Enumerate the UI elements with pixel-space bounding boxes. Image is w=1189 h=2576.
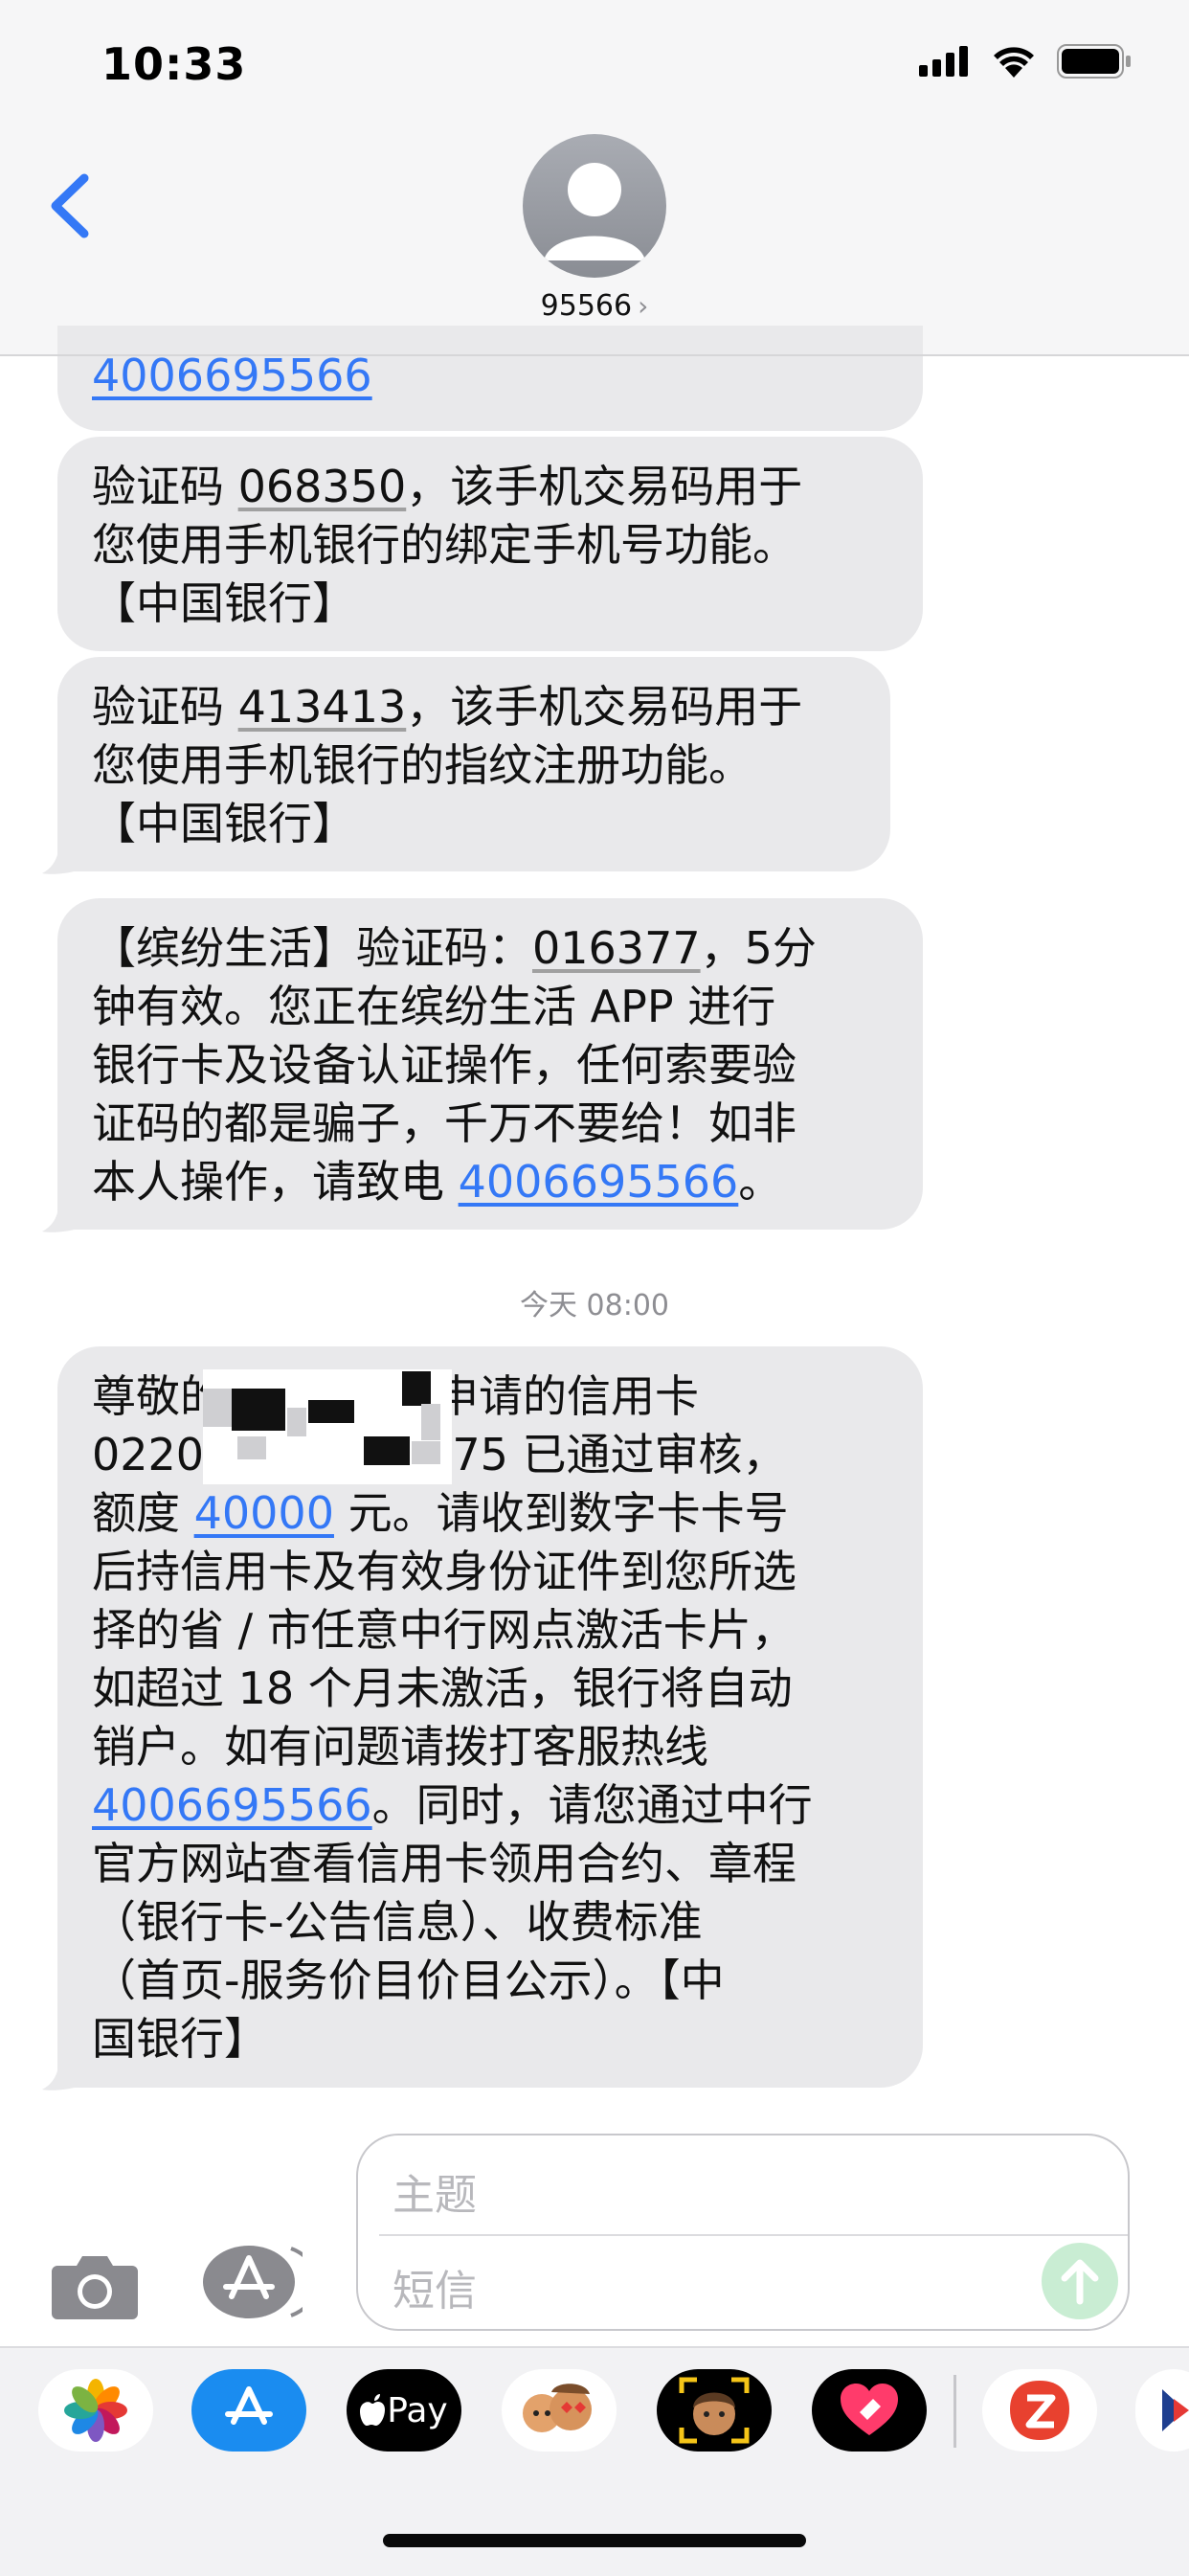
red-app-icon[interactable]: [982, 2369, 1097, 2452]
message-bubble[interactable]: 【缤纷生活】验证码：016377，5分 钟有效。您正在缤纷生活 APP 进行 银…: [57, 898, 923, 1230]
message-text: （银行卡-公告信息）、收费标准: [92, 1896, 703, 1948]
subject-input[interactable]: 主题: [393, 2160, 477, 2222]
verification-code[interactable]: 016377: [532, 922, 701, 974]
bubble-tail: [42, 1199, 80, 1232]
message-text: 验证码: [92, 681, 238, 733]
message-text: 元。请收到数字卡卡号: [333, 1487, 789, 1539]
verification-code[interactable]: 068350: [238, 461, 407, 512]
digital-touch-app-icon[interactable]: [812, 2369, 927, 2452]
memoji-stickers-app-icon[interactable]: [502, 2369, 617, 2452]
camera-icon[interactable]: [50, 2250, 140, 2321]
message-text: ，5分: [700, 922, 817, 974]
bubble-tail: [42, 841, 80, 874]
back-chevron-icon[interactable]: [42, 172, 100, 239]
message-text: 销户。如有问题请拨打客服热线: [92, 1721, 708, 1773]
message-bubble[interactable]: 验证码 413413，该手机交易码用于 您使用手机银行的指纹注册功能。 【中国银…: [57, 657, 890, 871]
message-text: ，该手机交易码用于: [406, 681, 803, 733]
message-text: 官方网站查看信用卡领用合约、章程: [92, 1838, 796, 1889]
amount-link[interactable]: 40000: [194, 1487, 334, 1539]
apple-pay-label: Pay: [387, 2390, 448, 2430]
message-text: 您使用手机银行的指纹注册功能。: [92, 739, 752, 791]
message-bubble[interactable]: 尊敬的 申请的信用卡 0220 075 已通过审核， 额度 40000 元。请收到数…: [57, 1346, 923, 2088]
contact-chevron-icon: ›: [638, 290, 649, 322]
person-icon: [544, 163, 645, 260]
app-strip-divider: [953, 2375, 956, 2448]
battery-icon: [1057, 44, 1131, 79]
message-bubble[interactable]: 4006695566: [57, 326, 923, 431]
animoji-app-icon[interactable]: [657, 2369, 772, 2452]
contact-number: 95566: [540, 289, 633, 323]
message-text: 0220: [92, 1429, 205, 1480]
message-text: 后持信用卡及有效身份证件到您所选: [92, 1546, 796, 1597]
phone-link[interactable]: 4006695566: [92, 1779, 372, 1831]
phone-link[interactable]: 4006695566: [92, 350, 372, 401]
apple-logo-icon: [360, 2394, 386, 2426]
message-text: ，该手机交易码用于: [406, 461, 803, 512]
message-text: （首页-服务价目价目公示）。【中: [92, 1955, 725, 2006]
message-timestamp: 今天 08:00: [520, 1289, 669, 1322]
message-text: 。同时，请您通过中行: [371, 1779, 813, 1831]
contact-name[interactable]: 95566 ›: [0, 289, 1189, 323]
header-border: [0, 354, 1189, 356]
message-text: 本人操作，请致电: [92, 1156, 459, 1208]
status-icons: [919, 44, 1132, 79]
verification-code[interactable]: 413413: [238, 681, 407, 733]
send-button[interactable]: [1042, 2243, 1118, 2319]
message-text: 银行卡及设备认证操作，任何索要验: [92, 1039, 796, 1091]
message-text: 证码的都是骗子，千万不要给！如非: [92, 1097, 796, 1149]
apple-pay-app-icon[interactable]: Pay: [347, 2369, 461, 2452]
phone-link[interactable]: 4006695566: [459, 1156, 739, 1208]
message-text: 额度: [92, 1487, 194, 1539]
message-text: 验证码: [92, 461, 238, 512]
message-text: 075 已通过审核，: [424, 1429, 787, 1480]
message-text: 申请的信用卡: [435, 1370, 699, 1422]
message-bubble[interactable]: 验证码 068350，该手机交易码用于 您使用手机银行的绑定手机号功能。 【中国…: [57, 437, 923, 651]
message-text: 【中国银行】: [92, 798, 356, 849]
message-text: 【缤纷生活】验证码：: [92, 922, 532, 974]
message-input[interactable]: 短信: [393, 2256, 477, 2317]
app-store-app-icon[interactable]: [191, 2369, 306, 2452]
conversation-header: 10:33 95566 ›: [0, 0, 1189, 356]
message-text: 择的省 / 市任意中行网点激活卡片，: [92, 1604, 796, 1656]
bubble-tail: [42, 2057, 80, 2090]
message-text: 【中国银行】: [92, 577, 356, 629]
photos-app-icon[interactable]: [38, 2369, 153, 2452]
cellular-signal-icon: [919, 46, 968, 77]
composer-divider: [379, 2234, 1128, 2236]
app-store-button-icon[interactable]: [201, 2243, 303, 2321]
status-time: 10:33: [101, 38, 247, 90]
contact-avatar[interactable]: [523, 134, 666, 278]
wifi-icon: [994, 47, 1034, 78]
message-text: 您使用手机银行的绑定手机号功能。: [92, 519, 796, 571]
message-text: 国银行】: [92, 2013, 268, 2065]
message-text: 如超过 18 个月未激活，银行将自动: [92, 1662, 793, 1714]
message-text: 钟有效。您正在缤纷生活 APP 进行: [92, 981, 776, 1032]
arrow-up-icon: [1061, 2259, 1099, 2305]
partial-app-icon[interactable]: [1135, 2369, 1189, 2452]
message-text: 。: [738, 1156, 783, 1208]
home-indicator[interactable]: [383, 2534, 806, 2547]
message-composer[interactable]: 主题 短信: [356, 2134, 1130, 2331]
